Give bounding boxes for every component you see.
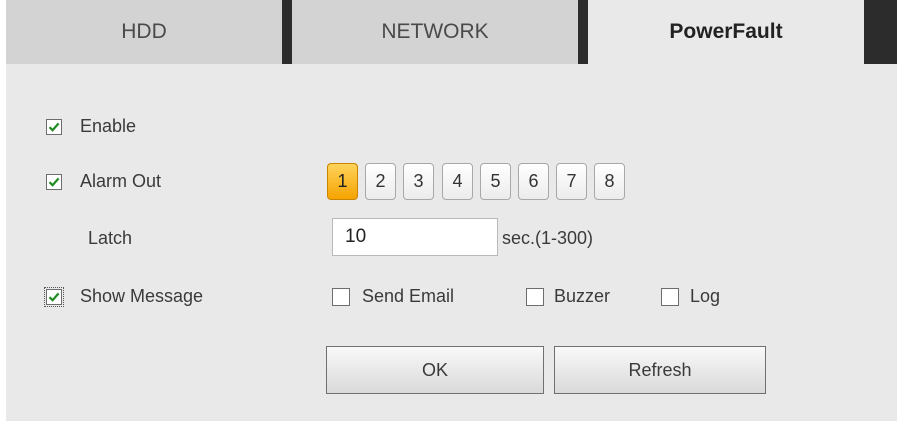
alarm-out-channel-2[interactable]: 2	[365, 163, 396, 200]
alarm-out-channel-5[interactable]: 5	[480, 163, 511, 200]
check-mark-icon	[48, 122, 60, 132]
check-mark-icon	[48, 292, 60, 302]
buzzer-checkbox[interactable]	[526, 288, 544, 306]
show-message-checkbox[interactable]	[44, 287, 64, 307]
powerfault-panel: HDD NETWORK PowerFault Enable Alarm Out …	[6, 0, 897, 421]
latch-label: Latch	[88, 228, 133, 248]
send-email-label: Send Email	[362, 286, 455, 306]
log-label: Log	[690, 286, 721, 306]
alarm-out-label: Alarm Out	[80, 171, 162, 191]
enable-label: Enable	[80, 116, 137, 136]
alarm-out-channel-6[interactable]: 6	[518, 163, 549, 200]
alarm-out-channel-3[interactable]: 3	[403, 163, 434, 200]
buzzer-label: Buzzer	[554, 286, 611, 306]
alarm-out-channel-8[interactable]: 8	[594, 163, 625, 200]
alarm-out-channel-4[interactable]: 4	[442, 163, 473, 200]
send-email-checkbox[interactable]	[332, 288, 350, 306]
tab-divider	[578, 0, 588, 64]
tab-powerfault[interactable]: PowerFault	[588, 0, 864, 64]
alarm-out-checkbox[interactable]	[46, 174, 62, 190]
check-mark-icon	[48, 177, 60, 187]
refresh-button[interactable]: Refresh	[554, 346, 766, 394]
log-checkbox[interactable]	[661, 288, 679, 306]
alarm-out-channel-1[interactable]: 1	[327, 163, 358, 200]
tab-hdd[interactable]: HDD	[6, 0, 282, 64]
tab-divider	[282, 0, 292, 64]
tab-bar: HDD NETWORK PowerFault	[6, 0, 897, 64]
enable-checkbox[interactable]	[46, 119, 62, 135]
alarm-out-channel-7[interactable]: 7	[556, 163, 587, 200]
show-message-label: Show Message	[80, 286, 204, 306]
latch-unit: sec.(1-300)	[502, 228, 594, 248]
tab-network[interactable]: NETWORK	[292, 0, 578, 64]
tab-divider	[864, 0, 897, 64]
ok-button[interactable]: OK	[326, 346, 544, 394]
latch-input[interactable]: 10	[332, 218, 498, 256]
